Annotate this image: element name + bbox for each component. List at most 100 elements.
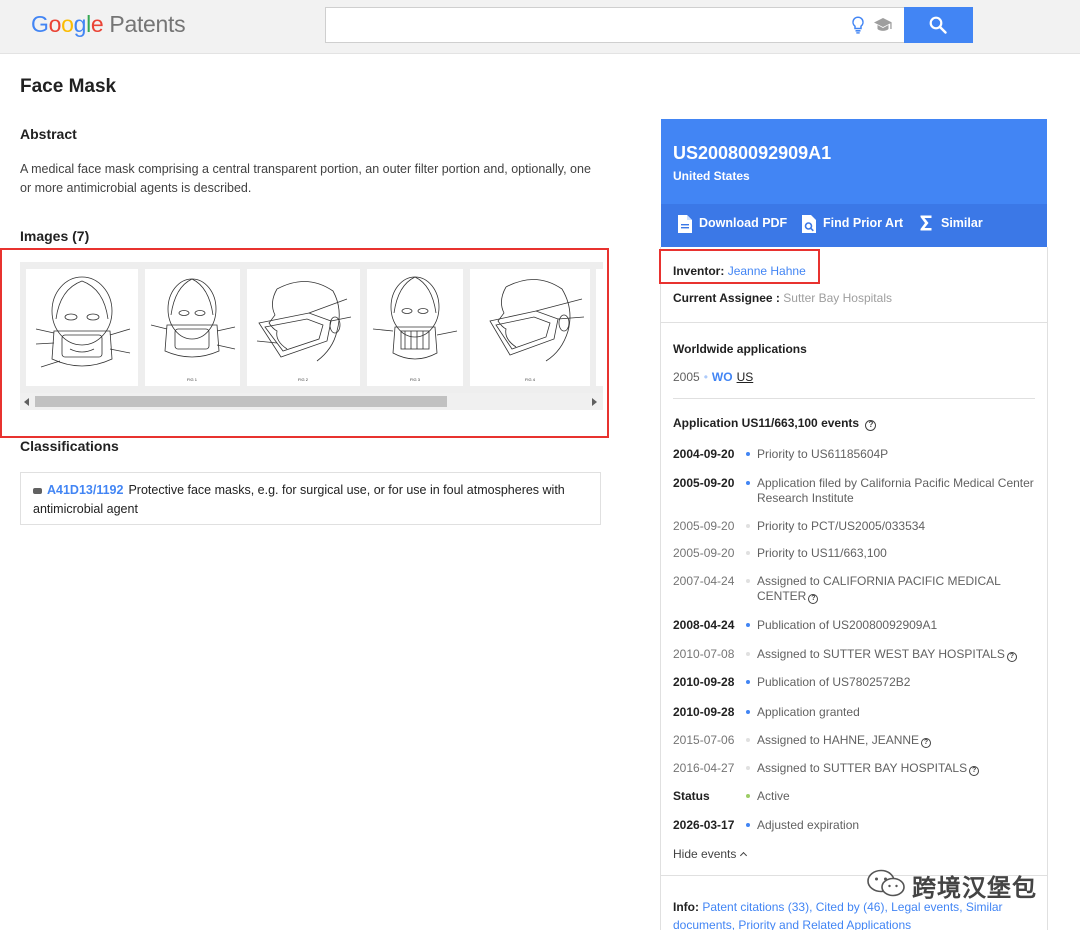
help-icon[interactable]: ? — [1006, 652, 1017, 662]
mask-drawing-side: FIG 4 — [489, 279, 585, 382]
event-text: Priority to US61185604P — [757, 447, 1042, 462]
event-dot — [746, 823, 750, 827]
info-link-priority-applications[interactable]: Priority and Related Applications — [738, 918, 911, 930]
image-carousel[interactable]: FIG 1 FIG 2 FIG 3 FIG 4 — [20, 262, 603, 410]
event-date: 2005-09-20 — [673, 519, 735, 533]
event-dot — [746, 794, 750, 798]
divider — [673, 398, 1035, 399]
inventor-row: Inventor: Jeanne Hahne — [673, 264, 806, 278]
similar-button[interactable]: Similar — [919, 215, 983, 231]
event-date: 2008-04-24 — [673, 618, 735, 632]
patent-image-thumbnail[interactable]: FIG 3 — [367, 269, 463, 386]
event-text: Assigned to HAHNE, JEANNE? — [757, 733, 1042, 748]
event-text-content: Assigned to SUTTER WEST BAY HOSPITALS — [757, 647, 1005, 661]
event-text-content: Active — [757, 789, 790, 803]
watermark-text: 跨境汉堡包 — [912, 874, 1037, 902]
patent-image-thumbnail[interactable]: FIG 1 — [145, 269, 240, 386]
event-dot — [746, 738, 750, 742]
school-icon[interactable] — [873, 17, 893, 33]
chevron-up-icon — [740, 851, 748, 860]
hide-events-label: Hide events — [673, 847, 737, 861]
event-date: 2026-03-17 — [673, 818, 735, 832]
hide-events-toggle[interactable]: Hide events — [673, 847, 748, 861]
search-input[interactable] — [326, 8, 826, 42]
event-text: Publication of US7802572B2 — [757, 675, 1042, 690]
help-icon[interactable]: ? — [865, 420, 877, 431]
help-icon[interactable]: ? — [969, 766, 980, 776]
patent-actions-bar: Download PDF Find Prior Art Similar — [661, 204, 1047, 247]
worldwide-us-link[interactable]: US — [737, 370, 754, 384]
patent-image-thumbnail[interactable] — [26, 269, 138, 386]
classifications-heading: Classifications — [20, 438, 119, 454]
patent-details-panel: Inventor: Jeanne Hahne Current Assignee … — [660, 247, 1048, 930]
logo-letter: o — [61, 11, 74, 37]
google-patents-logo[interactable]: Google Patents — [31, 11, 186, 38]
event-date: 2004-09-20 — [673, 447, 735, 461]
patent-header-card: US20080092909A1 United States — [661, 119, 1047, 204]
event-date: 2016-04-27 — [673, 761, 735, 775]
scrollbar-thumb[interactable] — [35, 396, 447, 407]
logo-letter: G — [31, 11, 49, 37]
event-text: Publication of US20080092909A1 — [757, 618, 1042, 633]
event-text: Assigned to CALIFORNIA PACIFIC MEDICAL C… — [757, 574, 1042, 604]
worldwide-year: 2005 — [673, 370, 700, 384]
event-date: 2010-09-28 — [673, 675, 735, 689]
classification-item: A41D13/1192 Protective face masks, e.g. f… — [20, 472, 601, 525]
event-text-content: Adjusted expiration — [757, 818, 860, 832]
assignee-name: Sutter Bay Hospitals — [783, 291, 892, 305]
download-pdf-button[interactable]: Download PDF — [677, 215, 788, 233]
top-bar: Google Patents — [0, 0, 1080, 54]
abstract-heading: Abstract — [20, 126, 77, 142]
event-date: 2010-09-28 — [673, 705, 735, 719]
event-text: Priority to US11/663,100 — [757, 546, 1042, 561]
search-button[interactable] — [904, 7, 973, 43]
worldwide-applications-title: Worldwide applications — [673, 342, 807, 356]
event-text-content: Assigned to HAHNE, JEANNE — [757, 733, 920, 747]
events-title: Application US11/663,100 events ? — [673, 416, 877, 431]
wechat-icon — [867, 869, 905, 897]
event-dot — [746, 579, 750, 583]
horizontal-scrollbar[interactable] — [20, 393, 603, 410]
lightbulb-icon[interactable] — [851, 16, 865, 34]
patent-image-thumbnail[interactable] — [596, 269, 603, 386]
event-text-content: Assigned to SUTTER BAY HOSPITALS — [757, 761, 968, 775]
mask-drawing-front — [35, 276, 131, 368]
inventor-link[interactable]: Jeanne Hahne — [728, 264, 806, 278]
logo-letter: e — [90, 11, 104, 37]
scroll-left-arrow-icon[interactable] — [24, 398, 29, 406]
country-label: United States — [673, 169, 750, 183]
event-text: Application filed by California Pacific … — [757, 476, 1042, 506]
patent-image-thumbnail[interactable]: FIG 4 — [470, 269, 590, 386]
event-text: Priority to PCT/US2005/033534 — [757, 519, 1042, 534]
search-box — [325, 7, 905, 43]
event-dot — [746, 652, 750, 656]
event-text-content: Application filed by California Pacific … — [757, 476, 1034, 505]
patent-image-thumbnail[interactable]: FIG 2 — [247, 269, 360, 386]
info-label: Info: — [673, 900, 699, 914]
logo-letter: g — [73, 11, 87, 37]
pdf-file-icon — [678, 215, 692, 233]
mask-drawing-front: FIG 3 — [372, 276, 458, 382]
event-date: 2005-09-20 — [673, 476, 735, 490]
find-prior-art-label: Find Prior Art — [823, 216, 904, 230]
info-link-patent-citations[interactable]: Patent citations (33) — [702, 900, 809, 914]
find-prior-art-button[interactable]: Find Prior Art — [801, 215, 904, 233]
assignee-row: Current Assignee : Sutter Bay Hospitals — [673, 291, 892, 305]
event-date: 2010-07-08 — [673, 647, 735, 661]
worldwide-applications-row: 2005 • WO US — [673, 370, 753, 384]
event-text: Adjusted expiration — [757, 818, 1042, 833]
help-icon[interactable]: ? — [808, 594, 819, 604]
classification-code-link[interactable]: A41D13/1192 — [47, 483, 123, 497]
figure-label: FIG 2 — [298, 377, 309, 382]
download-pdf-label: Download PDF — [699, 216, 788, 230]
info-link-cited-by[interactable]: Cited by (46) — [816, 900, 885, 914]
mask-drawing-front: FIG 1 — [150, 278, 236, 382]
similar-label: Similar — [941, 216, 983, 230]
event-text-content: Publication of US7802572B2 — [757, 675, 911, 689]
scroll-right-arrow-icon[interactable] — [592, 398, 597, 406]
help-icon[interactable]: ? — [921, 738, 932, 748]
worldwide-wo-link[interactable]: WO — [712, 370, 733, 384]
event-dot — [746, 452, 750, 456]
page-title: Face Mask — [20, 76, 117, 97]
event-text: Assigned to SUTTER WEST BAY HOSPITALS? — [757, 647, 1042, 662]
